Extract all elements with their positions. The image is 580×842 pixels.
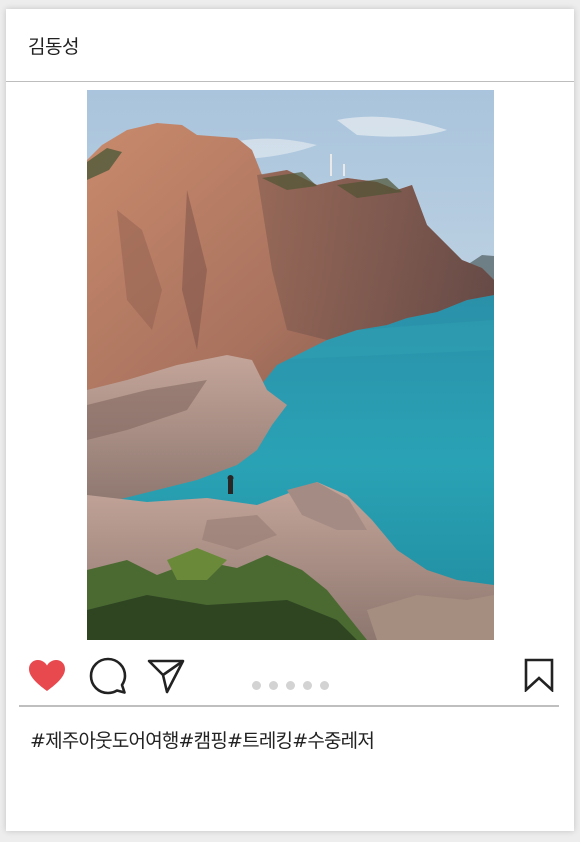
coastal-cliff-photo — [87, 90, 494, 640]
divider — [19, 705, 559, 707]
paper-plane-icon[interactable] — [147, 658, 185, 698]
heart-icon[interactable] — [28, 659, 66, 697]
speech-bubble-icon[interactable] — [89, 657, 127, 699]
bookmark-icon[interactable] — [524, 658, 554, 696]
username[interactable]: 김동성 — [28, 32, 79, 59]
post-card: 김동성 #제주아웃도어여행#캠핑#트레킹#수중레저 — [6, 9, 574, 831]
carousel-dot[interactable] — [303, 681, 312, 690]
post-header: 김동성 — [6, 9, 574, 82]
post-caption: #제주아웃도어여행#캠핑#트레킹#수중레저 — [30, 730, 375, 752]
carousel-dot[interactable] — [320, 681, 329, 690]
post-photo[interactable] — [87, 90, 494, 640]
carousel-dot[interactable] — [252, 681, 261, 690]
carousel-dot[interactable] — [286, 681, 295, 690]
carousel-dot[interactable] — [269, 681, 278, 690]
action-bar — [6, 649, 574, 705]
carousel-indicator — [252, 675, 337, 690]
